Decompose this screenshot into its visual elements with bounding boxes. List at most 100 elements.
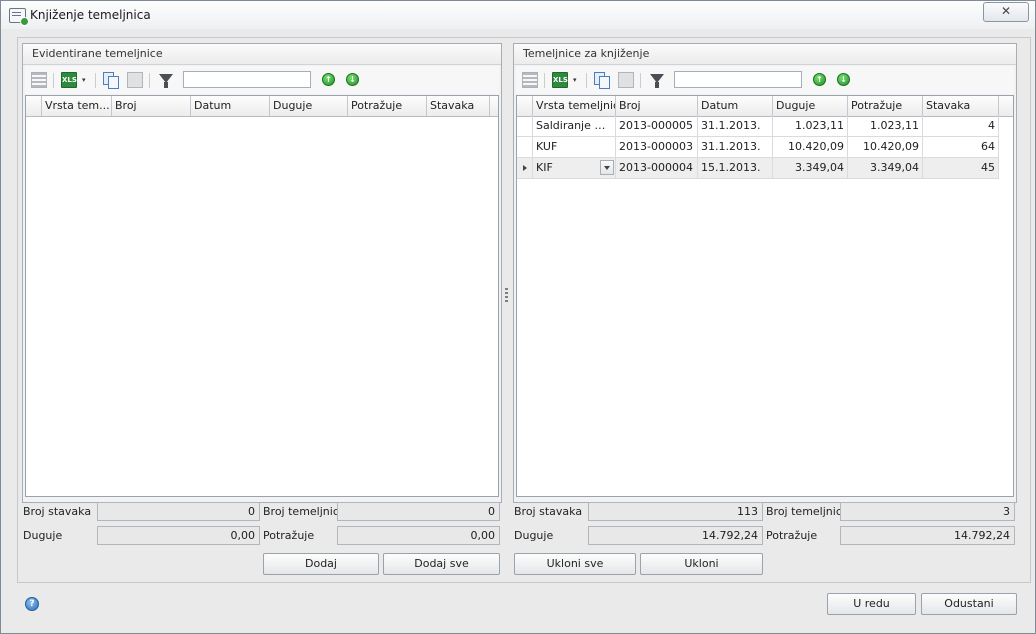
- paste-icon[interactable]: [618, 72, 634, 88]
- left-search-input[interactable]: [183, 71, 311, 88]
- cell-potrazuje[interactable]: 3.349,04: [848, 158, 923, 178]
- chevron-down-icon[interactable]: ▾: [82, 72, 89, 88]
- column-header[interactable]: Stavaka: [923, 96, 999, 116]
- toolbar-separator: [544, 73, 545, 88]
- filter-icon[interactable]: [159, 74, 173, 88]
- add-button[interactable]: Dodaj: [263, 553, 379, 575]
- column-header[interactable]: Potražuje: [848, 96, 923, 116]
- left-grid-header: Vrsta tem... Broj Datum Duguje Potražuje…: [26, 96, 498, 117]
- table-row[interactable]: Saldiranje PD... 2013-000005 31.1.2013. …: [517, 116, 999, 137]
- right-grid[interactable]: Vrsta temeljnice Broj Datum Duguje Potra…: [516, 95, 1014, 497]
- window-title: Knjiženje temeljnica: [30, 8, 151, 22]
- title-bar: Knjiženje temeljnica ✕: [1, 1, 1035, 29]
- cell-vrsta[interactable]: KIF: [533, 158, 616, 178]
- splitter-handle[interactable]: [505, 288, 508, 304]
- left-panel-title: Evidentirane temeljnice: [23, 44, 501, 65]
- row-indicator[interactable]: [517, 116, 533, 136]
- remove-button[interactable]: Ukloni: [640, 553, 763, 575]
- row-indicator-header: [26, 96, 42, 116]
- table-row[interactable]: KUF 2013-000003 31.1.2013. 10.420,09 10.…: [517, 137, 999, 158]
- column-header[interactable]: Duguje: [773, 96, 848, 116]
- left-grid[interactable]: Vrsta tem... Broj Datum Duguje Potražuje…: [25, 95, 499, 497]
- help-icon[interactable]: ?: [25, 597, 39, 611]
- cancel-button[interactable]: Odustani: [921, 593, 1017, 615]
- label-broj-temeljnica: Broj temeljnica: [766, 505, 849, 518]
- table-row-selected[interactable]: KIF 2013-000004 15.1.2013. 3.349,04 3.34…: [517, 158, 999, 179]
- left-broj-stavaka-value: 0: [97, 502, 260, 521]
- left-duguje-value: 0,00: [97, 526, 260, 545]
- cell-datum[interactable]: 31.1.2013.: [698, 137, 773, 157]
- right-panel-title: Temeljnice za knjiženje: [514, 44, 1016, 65]
- cell-vrsta[interactable]: KUF: [533, 137, 616, 157]
- move-down-icon[interactable]: ↓: [346, 73, 359, 86]
- dropdown-button[interactable]: [600, 160, 614, 175]
- move-down-icon[interactable]: ↓: [837, 73, 850, 86]
- cell-datum[interactable]: 31.1.2013.: [698, 116, 773, 136]
- cell-duguje[interactable]: 1.023,11: [773, 116, 848, 136]
- cell-broj[interactable]: 2013-000004: [616, 158, 698, 178]
- label-potrazuje: Potražuje: [766, 529, 818, 542]
- filter-icon[interactable]: [650, 74, 664, 88]
- column-header[interactable]: Vrsta tem...: [42, 96, 112, 116]
- label-broj-stavaka: Broj stavaka: [23, 505, 92, 518]
- move-up-icon[interactable]: ↑: [322, 73, 335, 86]
- right-toolbar: XLS ▾ ↑ ↓: [516, 66, 1014, 94]
- grid-rows-icon[interactable]: [522, 72, 538, 88]
- cell-datum[interactable]: 15.1.2013.: [698, 158, 773, 178]
- cell-stavaka[interactable]: 45: [923, 158, 999, 178]
- left-toolbar: XLS ▾ ↑ ↓: [25, 66, 499, 94]
- export-xls-icon[interactable]: XLS: [552, 72, 568, 88]
- label-duguje: Duguje: [23, 529, 63, 542]
- cell-duguje[interactable]: 3.349,04: [773, 158, 848, 178]
- column-header[interactable]: Datum: [191, 96, 270, 116]
- row-indicator[interactable]: [517, 137, 533, 157]
- close-button[interactable]: ✕: [983, 2, 1029, 22]
- cell-stavaka[interactable]: 4: [923, 116, 999, 136]
- cell-vrsta-value: KIF: [536, 161, 553, 174]
- right-broj-stavaka-value: 113: [588, 502, 763, 521]
- right-search-input[interactable]: [674, 71, 802, 88]
- cell-potrazuje[interactable]: 1.023,11: [848, 116, 923, 136]
- toolbar-separator: [149, 73, 150, 88]
- paste-icon[interactable]: [127, 72, 143, 88]
- cell-stavaka[interactable]: 64: [923, 137, 999, 157]
- left-potrazuje-value: 0,00: [337, 526, 500, 545]
- label-broj-temeljnica: Broj temeljnica: [263, 505, 346, 518]
- column-header[interactable]: Stavaka: [427, 96, 490, 116]
- grid-rows-icon[interactable]: [31, 72, 47, 88]
- export-xls-icon[interactable]: XLS: [61, 72, 77, 88]
- move-up-icon[interactable]: ↑: [813, 73, 826, 86]
- right-panel: Temeljnice za knjiženje XLS ▾ ↑ ↓ Vrsta …: [513, 43, 1017, 503]
- cell-broj[interactable]: 2013-000005: [616, 116, 698, 136]
- column-header[interactable]: Duguje: [270, 96, 348, 116]
- row-indicator-header: [517, 96, 533, 116]
- right-duguje-value: 14.792,24: [588, 526, 763, 545]
- right-broj-temeljnica-value: 3: [840, 502, 1015, 521]
- chevron-down-icon[interactable]: ▾: [573, 72, 580, 88]
- app-icon: [9, 8, 29, 26]
- column-header[interactable]: Vrsta temeljnice: [533, 96, 616, 116]
- toolbar-separator: [95, 73, 96, 88]
- toolbar-separator: [640, 73, 641, 88]
- label-duguje: Duguje: [514, 529, 554, 542]
- left-broj-temeljnica-value: 0: [337, 502, 500, 521]
- copy-icon[interactable]: [594, 72, 610, 89]
- column-header[interactable]: Broj: [616, 96, 698, 116]
- cell-duguje[interactable]: 10.420,09: [773, 137, 848, 157]
- column-header[interactable]: Potražuje: [348, 96, 427, 116]
- cell-broj[interactable]: 2013-000003: [616, 137, 698, 157]
- toolbar-separator: [586, 73, 587, 88]
- right-potrazuje-value: 14.792,24: [840, 526, 1015, 545]
- cell-potrazuje[interactable]: 10.420,09: [848, 137, 923, 157]
- label-potrazuje: Potražuje: [263, 529, 315, 542]
- cell-vrsta[interactable]: Saldiranje PD...: [533, 116, 616, 136]
- row-indicator[interactable]: [517, 158, 533, 178]
- toolbar-separator: [53, 73, 54, 88]
- left-panel: Evidentirane temeljnice XLS ▾ ↑ ↓ Vrsta …: [22, 43, 502, 503]
- ok-button[interactable]: U redu: [827, 593, 916, 615]
- copy-icon[interactable]: [103, 72, 119, 89]
- remove-all-button[interactable]: Ukloni sve: [514, 553, 636, 575]
- column-header[interactable]: Broj: [112, 96, 191, 116]
- add-all-button[interactable]: Dodaj sve: [383, 553, 500, 575]
- column-header[interactable]: Datum: [698, 96, 773, 116]
